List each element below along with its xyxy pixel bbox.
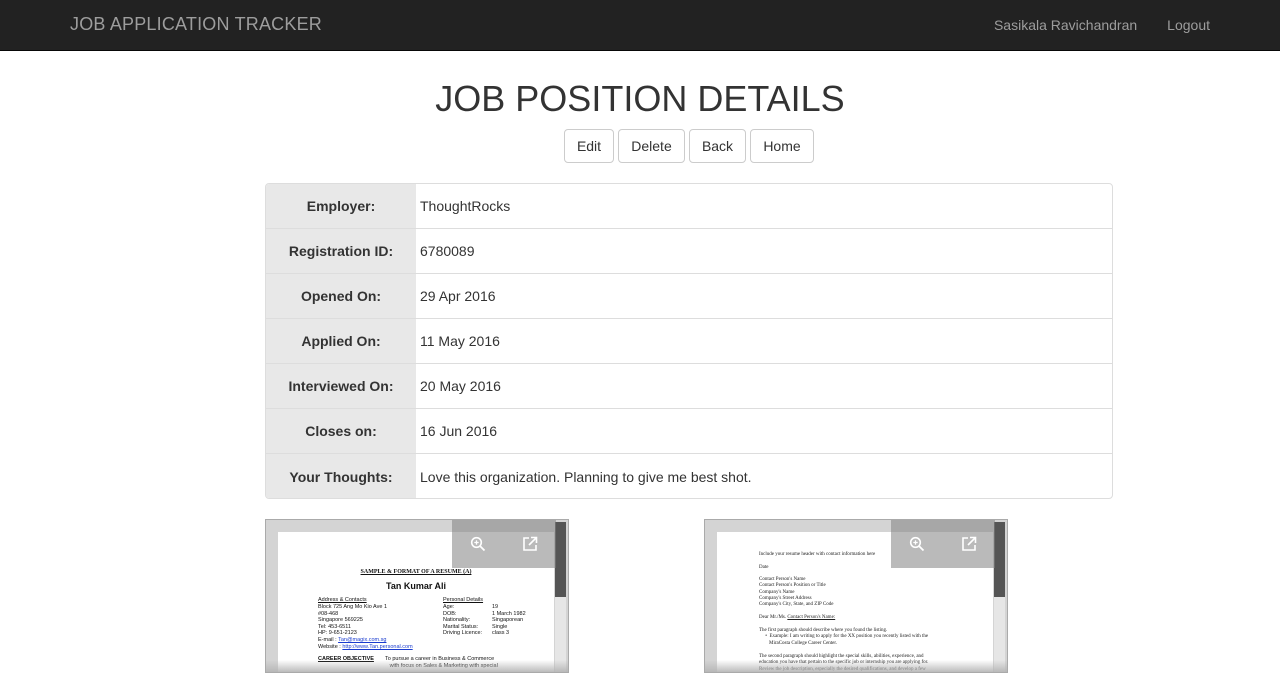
resume-name: Tan Kumar Ali bbox=[385, 581, 446, 591]
letter-salutation: Dear Mr./Ms. Contact Person's Name: bbox=[759, 615, 835, 621]
logout-link[interactable]: Logout bbox=[1167, 17, 1210, 33]
preview-toolbar bbox=[452, 520, 556, 568]
resume-document-preview[interactable]: SAMPLE & FORMAT OF A RESUME (A) Tan Kuma… bbox=[265, 519, 569, 673]
interviewed-on-label: Interviewed On: bbox=[266, 364, 416, 408]
letter-salutation-name: Contact Person's Name: bbox=[787, 615, 836, 620]
your-thoughts-value: Love this organization. Planning to give… bbox=[420, 468, 752, 485]
opened-on-value: 29 Apr 2016 bbox=[420, 288, 496, 304]
closes-on-value: 16 Jun 2016 bbox=[420, 423, 498, 439]
scrollbar-thumb[interactable] bbox=[555, 522, 566, 597]
resume-email-line: E-mail : Tan@magix.com.sg bbox=[318, 637, 386, 644]
brand-link[interactable]: JOB APPLICATION TRACKER bbox=[70, 14, 322, 35]
resume-personal-keys: Age: DOB: Nationality: Marital Status: D… bbox=[443, 604, 483, 637]
page-title: JOB POSITION DETAILS bbox=[435, 78, 845, 119]
navbar: JOB APPLICATION TRACKER Sasikala Ravicha… bbox=[0, 0, 1280, 51]
resume-address-heading: Address & Contacts bbox=[318, 597, 367, 603]
table-row: Employer: ThoughtRocks bbox=[266, 184, 1112, 229]
resume-address-lines: Block 725 Ang Mo Kio Ave 1 #08-468 Singa… bbox=[318, 604, 387, 637]
registration-id-value: 6780089 bbox=[420, 243, 475, 259]
bottom-fade bbox=[705, 660, 1007, 672]
table-row: Interviewed On: 20 May 2016 bbox=[266, 364, 1112, 409]
applied-on-value: 11 May 2016 bbox=[420, 333, 500, 349]
table-row: Opened On: 29 Apr 2016 bbox=[266, 274, 1112, 319]
user-name-link[interactable]: Sasikala Ravichandran bbox=[994, 17, 1137, 33]
resume-title: SAMPLE & FORMAT OF A RESUME (A) bbox=[360, 569, 472, 575]
edit-button[interactable]: Edit bbox=[564, 129, 614, 163]
employer-label: Employer: bbox=[266, 184, 416, 228]
resume-personal-heading: Personal Details bbox=[443, 597, 484, 603]
interviewed-on-value: 20 May 2016 bbox=[420, 378, 501, 394]
resume-website-line: Website : http://www.Tan.personal.com bbox=[318, 644, 413, 651]
table-row: Your Thoughts: Love this organization. P… bbox=[266, 454, 1112, 498]
closes-on-label: Closes on: bbox=[266, 409, 416, 453]
letter-date: Date bbox=[759, 565, 769, 570]
resume-personal-values: 19 1 March 1982 Singaporean Single class… bbox=[492, 604, 526, 637]
opened-on-label: Opened On: bbox=[266, 274, 416, 318]
letter-salutation-prefix: Dear Mr./Ms. bbox=[759, 615, 788, 620]
navbar-right: Sasikala Ravichandran Logout bbox=[994, 17, 1210, 33]
letter-paragraph-1: The first paragraph should describe wher… bbox=[759, 628, 929, 646]
action-button-group: Edit Delete Back Home bbox=[564, 129, 814, 163]
details-table: Employer: ThoughtRocks Registration ID: … bbox=[265, 183, 1113, 499]
resume-email-label: E-mail : bbox=[318, 637, 339, 643]
bottom-fade bbox=[266, 660, 568, 672]
table-row: Registration ID: 6780089 bbox=[266, 229, 1112, 274]
employer-value: ThoughtRocks bbox=[420, 198, 511, 214]
resume-email-link: Tan@magix.com.sg bbox=[338, 637, 387, 643]
home-button[interactable]: Home bbox=[750, 129, 814, 163]
table-row: Closes on: 16 Jun 2016 bbox=[266, 409, 1112, 454]
back-button[interactable]: Back bbox=[689, 129, 746, 163]
letter-header-line: Include your resume header with contact … bbox=[759, 552, 876, 557]
resume-website-link: http://www.Tan.personal.com bbox=[342, 644, 413, 650]
registration-id-label: Registration ID: bbox=[266, 229, 416, 273]
zoom-in-icon[interactable] bbox=[907, 534, 927, 554]
scrollbar-thumb[interactable] bbox=[994, 522, 1005, 597]
your-thoughts-label: Your Thoughts: bbox=[266, 454, 416, 498]
applied-on-label: Applied On: bbox=[266, 319, 416, 363]
external-link-icon[interactable] bbox=[959, 534, 979, 554]
zoom-in-icon[interactable] bbox=[468, 534, 488, 554]
external-link-icon[interactable] bbox=[520, 534, 540, 554]
cover-letter-document-preview[interactable]: Include your resume header with contact … bbox=[704, 519, 1008, 673]
letter-address-block: Contact Person's Name Contact Person's P… bbox=[759, 577, 834, 608]
preview-toolbar bbox=[891, 520, 995, 568]
resume-website-label: Website : bbox=[318, 644, 343, 650]
delete-button[interactable]: Delete bbox=[618, 129, 685, 163]
table-row: Applied On: 11 May 2016 bbox=[266, 319, 1112, 364]
